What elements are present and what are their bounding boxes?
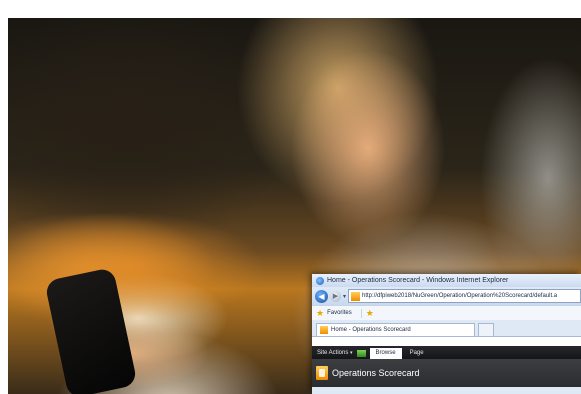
page-frame: Home - Operations Scorecard - Windows In… — [0, 0, 581, 394]
ie-window-title: Home - Operations Scorecard - Windows In… — [327, 277, 509, 284]
browser-tab-title: Home - Operations Scorecard — [331, 327, 411, 333]
favorites-button[interactable]: Favorites — [327, 310, 352, 316]
chevron-down-icon: ▾ — [350, 350, 353, 356]
browser-tab-home[interactable]: Home - Operations Scorecard — [316, 323, 475, 336]
new-tab-button[interactable] — [478, 323, 494, 336]
tab-favicon-icon — [320, 326, 328, 334]
page-favicon-icon — [351, 291, 361, 301]
ie-browser-window: Home - Operations Scorecard - Windows In… — [312, 274, 581, 394]
address-url[interactable]: http://dfpiweb2018/NuGreen/Operation/Ope… — [362, 293, 557, 299]
ie-logo-icon — [316, 276, 324, 285]
site-title[interactable]: Operations Scorecard — [332, 368, 420, 378]
ie-tab-row: Home - Operations Scorecard — [312, 320, 581, 336]
sharepoint-ribbon: Site Actions ▾ Browse Page — [312, 346, 581, 359]
navigate-up-icon[interactable] — [356, 350, 366, 357]
site-actions-menu[interactable]: Site Actions ▾ — [317, 348, 353, 359]
forward-arrow-icon[interactable]: ▶ — [330, 290, 341, 302]
sharepoint-site-header: Operations Scorecard — [312, 359, 581, 387]
back-arrow-icon[interactable]: ◀ — [315, 289, 328, 303]
sharepoint-page-icon — [316, 366, 328, 380]
ie-titlebar[interactable]: Home - Operations Scorecard - Windows In… — [312, 274, 581, 287]
tab-page[interactable]: Page — [406, 348, 428, 359]
favorites-star-icon[interactable]: ★ — [316, 308, 324, 318]
recent-pages-dropdown-icon[interactable]: ▾ — [343, 293, 346, 300]
tab-browse[interactable]: Browse — [369, 348, 402, 359]
ie-navigation-bar: ◀ ▶ ▾ http://dfpiweb2018/NuGreen/Operati… — [312, 287, 581, 305]
ie-command-strip — [312, 336, 581, 346]
site-actions-label: Site Actions — [317, 350, 349, 356]
ie-favorites-bar: ★ Favorites ★ — [312, 305, 581, 320]
add-favorites-icon[interactable]: ★ — [360, 308, 374, 318]
address-bar[interactable]: http://dfpiweb2018/NuGreen/Operation/Ope… — [348, 289, 581, 303]
